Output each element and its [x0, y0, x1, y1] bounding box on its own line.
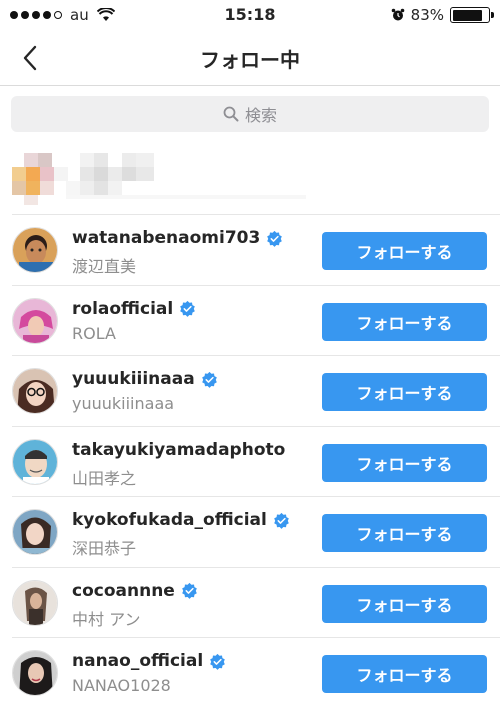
username[interactable]: nanao_official — [72, 651, 203, 671]
avatar[interactable] — [12, 650, 58, 696]
list-item: takayukiyamadaphoto 山田孝之 フォローする — [12, 425, 500, 497]
avatar[interactable] — [12, 509, 58, 555]
list-item: watanabenaomi703 渡辺直美 フォローする — [12, 214, 500, 285]
username[interactable]: yuuukiiinaaa — [72, 369, 195, 389]
verified-badge-icon — [182, 582, 197, 599]
list-item: kyokofukada_official 深田恭子 フォローする — [12, 496, 500, 567]
follow-button[interactable]: フォローする — [322, 514, 487, 552]
list-item: nanao_official NANAO1028 フォローする — [12, 637, 500, 701]
status-bar: au 15:18 83% — [0, 0, 500, 30]
battery-fill — [452, 9, 482, 21]
alarm-icon — [391, 8, 404, 21]
follow-button[interactable]: フォローする — [322, 443, 487, 482]
full-name: 山田孝之 — [72, 468, 137, 488]
page-title: フォロー中 — [200, 48, 300, 72]
verified-badge-icon — [201, 371, 217, 388]
full-name: NANAO1028 — [72, 676, 171, 695]
username[interactable]: cocoannne — [72, 581, 175, 601]
username[interactable]: kyokofukada_official — [72, 510, 267, 530]
list-item: yuuukiiinaaa yuuukiiinaaa フォローする — [12, 355, 500, 426]
list-item: cocoannne 中村 アン フォローする — [12, 566, 500, 638]
username[interactable]: rolaofficial — [72, 299, 173, 319]
list-item: rolaofficial ROLA フォローする — [12, 284, 500, 356]
search-placeholder: 検索 — [244, 106, 277, 125]
follow-button[interactable]: フォローする — [322, 302, 487, 341]
full-name: ROLA — [72, 323, 116, 343]
full-name: 渡辺直美 — [72, 257, 137, 276]
search-input[interactable]: 検索 — [11, 96, 489, 132]
battery-percent: 83% — [410, 6, 444, 24]
username-line: rolaofficial — [72, 299, 196, 319]
search-icon — [223, 106, 239, 122]
avatar[interactable] — [12, 368, 58, 414]
follow-button[interactable]: フォローする — [322, 373, 487, 411]
username-line: yuuukiiinaaa — [72, 369, 218, 389]
username-line: nanao_official — [72, 651, 226, 671]
full-name: yuuukiiinaaa — [72, 394, 175, 413]
full-name: 中村 アン — [72, 609, 141, 629]
username[interactable]: watanabenaomi703 — [72, 228, 260, 248]
username-line: kyokofukada_official — [72, 510, 290, 530]
status-right: 83% — [391, 6, 494, 24]
avatar[interactable] — [12, 579, 58, 626]
avatar[interactable] — [12, 297, 58, 344]
username[interactable]: takayukiyamadaphoto — [72, 440, 285, 460]
follow-button[interactable]: フォローする — [322, 655, 487, 693]
verified-badge-icon — [267, 230, 283, 247]
full-name: 深田恭子 — [72, 539, 137, 558]
follow-button[interactable]: フォローする — [322, 232, 487, 270]
avatar[interactable] — [12, 227, 58, 273]
following-list: watanabenaomi703 渡辺直美 フォローする rolaofficia… — [0, 214, 500, 701]
avatar[interactable] — [12, 438, 58, 485]
battery-icon — [450, 7, 494, 23]
username-line: cocoannne — [72, 581, 198, 601]
username-line: takayukiyamadaphoto — [72, 440, 285, 460]
verified-badge-icon — [180, 300, 196, 317]
verified-badge-icon — [274, 512, 289, 529]
verified-badge-icon — [210, 653, 225, 670]
mosaic-redacted-block — [12, 153, 306, 213]
nav-bar: フォロー中 — [0, 30, 500, 86]
follow-button[interactable]: フォローする — [322, 584, 487, 623]
username-line: watanabenaomi703 — [72, 228, 283, 248]
